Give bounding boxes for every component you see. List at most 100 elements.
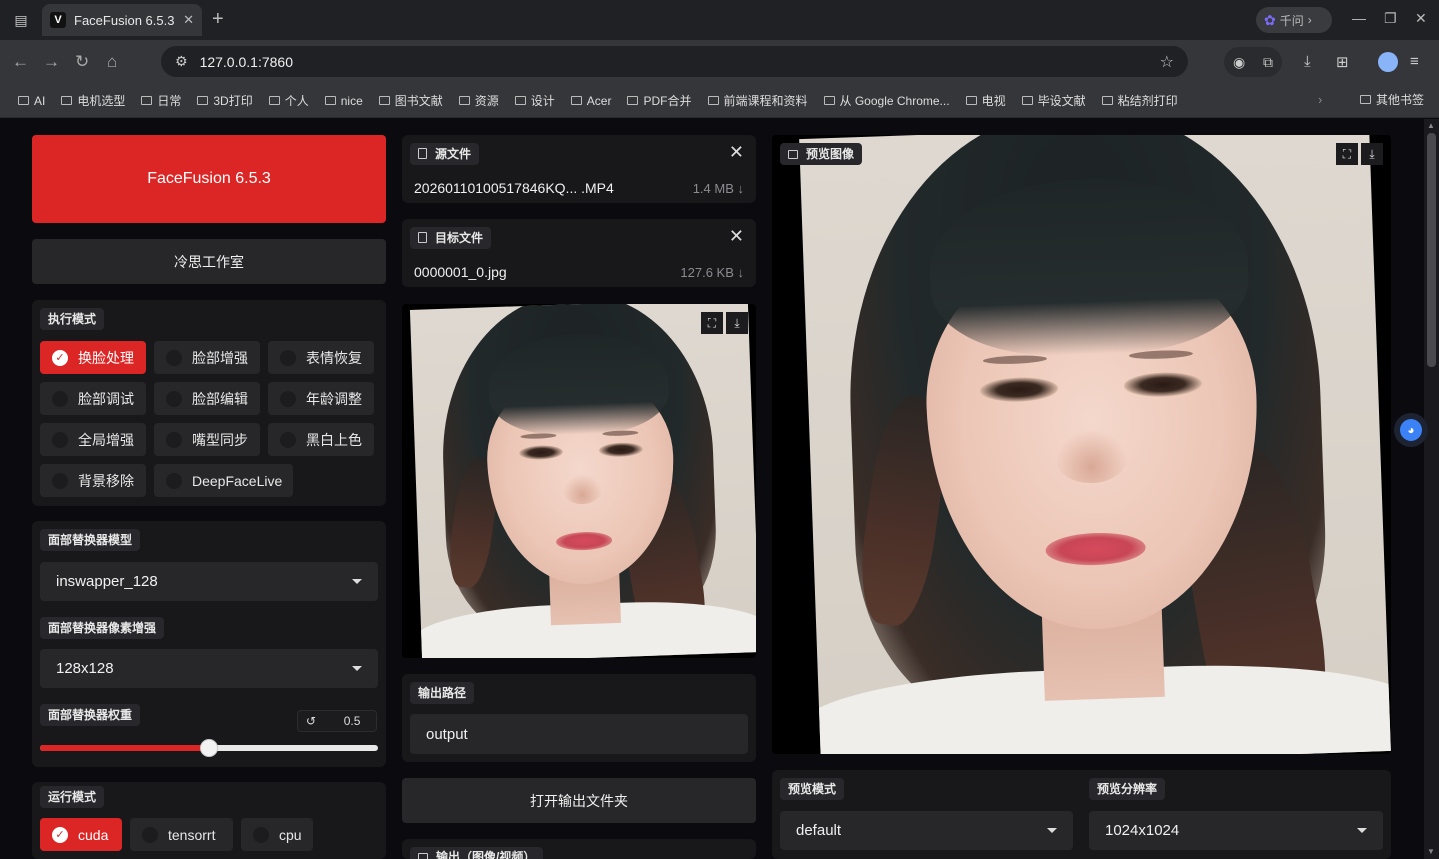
caret-down-icon [1357, 828, 1367, 833]
extension-icon[interactable]: ◉ [1233, 54, 1245, 71]
close-icon[interactable]: ✕ [183, 12, 194, 28]
tab-title: FaceFusion 6.5.3 [74, 12, 175, 28]
source-file-label: 源文件 [410, 143, 480, 165]
tab-facefusion[interactable]: V FaceFusion 6.5.3 ✕ [42, 4, 202, 36]
forward-icon[interactable]: → [43, 52, 60, 72]
bookmark-item[interactable]: PDF合并 [627, 92, 692, 109]
bookmark-item[interactable]: 图书文献 [378, 92, 443, 109]
puzzle-icon[interactable]: ⧉ [1263, 54, 1273, 71]
source-file-name[interactable]: 20260110100517846KQ... .MP4 [414, 180, 614, 196]
home-icon[interactable]: ⌂ [107, 52, 117, 72]
bookmark-item[interactable]: 电机选型 [61, 92, 125, 109]
checkbox-face-edit[interactable]: 脸部编辑 [154, 382, 260, 415]
checkbox-deepfacelive[interactable]: DeepFaceLive [154, 464, 293, 497]
qianwen-label: 千问 [1279, 13, 1304, 28]
scroll-thumb[interactable] [1427, 133, 1436, 367]
download-icon[interactable]: ⤓ [1304, 53, 1311, 70]
assistant-float-button[interactable]: ◕ [1394, 413, 1428, 447]
weight-slider-knob[interactable] [200, 739, 218, 757]
output-path-input[interactable]: output [410, 714, 748, 754]
close-icon[interactable]: ✕ [729, 227, 744, 245]
close-icon[interactable]: ✕ [729, 143, 744, 161]
bookmark-item[interactable]: 前端课程和资料 [707, 92, 808, 109]
fullscreen-icon[interactable]: ⛶ [1336, 143, 1358, 165]
checkbox-circle [52, 472, 68, 489]
scroll-down-icon[interactable]: ▼ [1427, 847, 1435, 856]
other-bookmarks[interactable]: 其他书签 [1360, 91, 1424, 108]
fullscreen-icon[interactable]: ⛶ [701, 312, 723, 334]
pixel-boost-select[interactable]: 128x128 [40, 649, 378, 688]
page-scrollbar[interactable]: ▲ ▼ [1424, 119, 1439, 859]
minimize-icon[interactable]: — [1352, 10, 1366, 26]
checkbox-tensorrt[interactable]: tensorrt [130, 818, 233, 851]
bookmark-item[interactable]: 日常 [141, 92, 181, 109]
checkbox-circle [253, 826, 269, 843]
bookmark-item[interactable]: 资源 [458, 92, 499, 109]
checkbox-expression-restore[interactable]: 表情恢复 [268, 341, 374, 374]
preview-mode-select[interactable]: default [780, 811, 1073, 850]
preview-resolution-select[interactable]: 1024x1024 [1089, 811, 1383, 850]
image-icon [788, 150, 798, 159]
chevron-right-icon: › [1307, 13, 1312, 27]
bookmark-item[interactable]: 毕设文献 [1021, 92, 1086, 109]
bookmark-item[interactable]: AI [18, 94, 45, 108]
menu-icon[interactable]: ≡ [1410, 53, 1419, 70]
close-window-icon[interactable]: ✕ [1415, 10, 1427, 27]
plus-icon[interactable]: + [212, 9, 224, 29]
target-file-name[interactable]: 0000001_0.jpg [414, 264, 507, 280]
url-text[interactable]: 127.0.0.1:7860 [200, 54, 1160, 70]
restore-icon[interactable]: ❐ [1384, 10, 1397, 27]
weight-value[interactable]: 0.5 [328, 714, 376, 728]
checkbox-colorize[interactable]: 黑白上色 [268, 423, 374, 456]
folder-icon [141, 96, 153, 105]
bookmark-item[interactable]: Acer [570, 94, 611, 108]
checkbox-face-swap[interactable]: ✓ 换脸处理 [40, 341, 146, 374]
qianwen-button[interactable]: ✿ 千问 › [1256, 7, 1332, 33]
studio-button[interactable]: 冷思工作室 [32, 239, 386, 284]
download-icon[interactable]: ⤓ [726, 312, 748, 334]
bookmark-item[interactable]: nice [324, 94, 363, 108]
source-file-size[interactable]: 1.4 MB ↓ [693, 181, 744, 196]
checkbox-global-enhance[interactable]: 全局增强 [40, 423, 146, 456]
swapper-model-select[interactable]: inswapper_128 [40, 562, 378, 601]
side-panel-icon[interactable]: ▤ [8, 8, 34, 32]
preview-settings-panel: 预览模式 default 预览分辨率 1024x1024 [772, 770, 1391, 859]
open-output-folder-button[interactable]: 打开输出文件夹 [402, 778, 756, 823]
bookmarks-overflow-icon[interactable]: › [1318, 92, 1322, 107]
app-title-button[interactable]: FaceFusion 6.5.3 [32, 135, 386, 223]
address-bar[interactable]: ⚙ 127.0.0.1:7860 ☆ [161, 46, 1188, 77]
scroll-up-icon[interactable]: ▲ [1427, 121, 1435, 130]
run-mode-label: 运行模式 [40, 786, 105, 808]
output-path-panel: 输出路径 output [402, 674, 756, 762]
checkbox-cuda[interactable]: ✓ cuda [40, 818, 122, 851]
back-icon[interactable]: ← [12, 52, 29, 72]
bookmark-item[interactable]: 设计 [514, 92, 555, 109]
weight-number-box[interactable]: ↺ 0.5 [297, 710, 377, 732]
facefusion-favicon: V [50, 12, 66, 28]
bookmark-icon[interactable]: ⊞ [1336, 53, 1349, 71]
download-icon[interactable]: ⤓ [1361, 143, 1383, 165]
checkbox-face-debug[interactable]: 脸部调试 [40, 382, 146, 415]
reset-icon[interactable]: ↺ [298, 714, 328, 728]
reload-icon[interactable]: ↻ [75, 52, 89, 72]
checkbox-background-remove[interactable]: 背景移除 [40, 464, 146, 497]
profile-icon[interactable] [1378, 52, 1398, 72]
tune-icon[interactable]: ⚙ [175, 53, 188, 70]
bookmark-item[interactable]: 从 Google Chrome... [823, 92, 950, 109]
checkbox-circle [280, 390, 296, 407]
checkbox-lip-sync[interactable]: 嘴型同步 [154, 423, 260, 456]
file-icon [418, 148, 427, 159]
bookmark-item[interactable]: 3D打印 [197, 92, 253, 109]
checkbox-circle [280, 349, 296, 366]
checkbox-cpu[interactable]: cpu [241, 818, 313, 851]
checkbox-face-enhance[interactable]: 脸部增强 [154, 341, 260, 374]
checkbox-age-adjust[interactable]: 年龄调整 [268, 382, 374, 415]
bookmark-item[interactable]: 电视 [965, 92, 1006, 109]
extension-group: ◉ ⧉ [1224, 47, 1282, 77]
checkbox-circle [52, 390, 68, 407]
target-file-size[interactable]: 127.6 KB ↓ [680, 265, 744, 280]
bookmark-item[interactable]: 个人 [268, 92, 309, 109]
bookmark-item[interactable]: 粘结剂打印 [1101, 92, 1178, 109]
star-icon[interactable]: ☆ [1160, 52, 1174, 72]
output-path-label: 输出路径 [410, 682, 475, 704]
